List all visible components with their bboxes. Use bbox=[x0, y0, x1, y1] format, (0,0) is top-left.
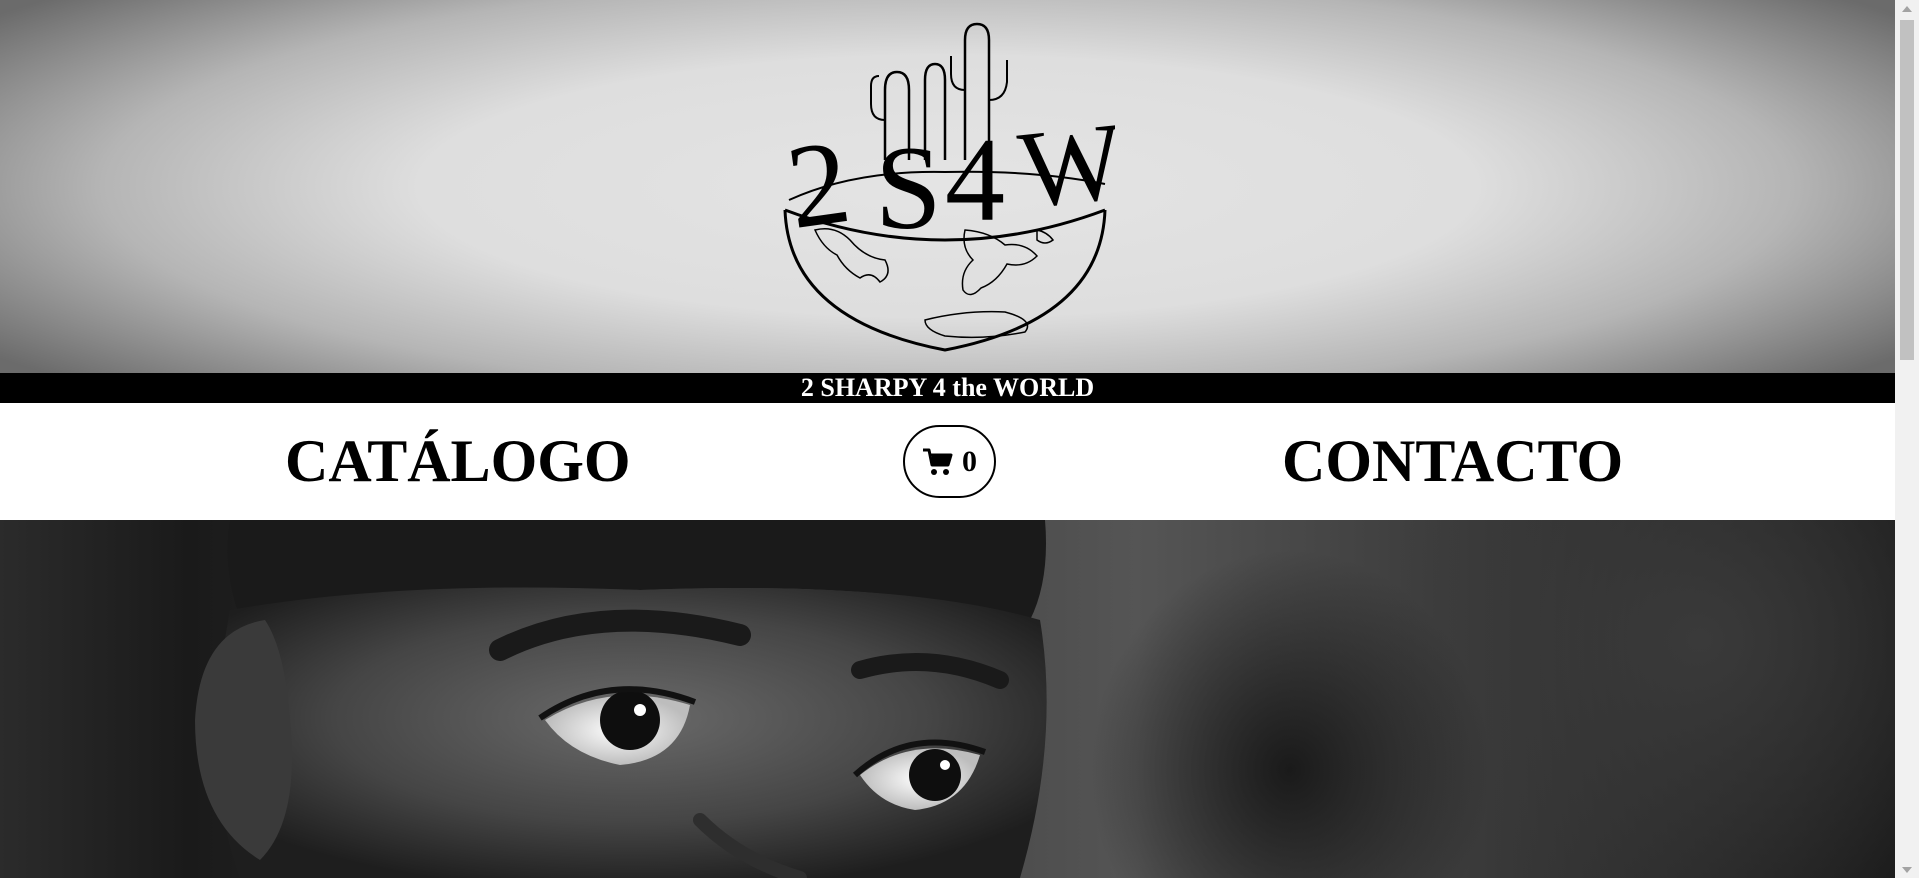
scroll-down-arrow-icon[interactable] bbox=[1895, 861, 1919, 878]
hero-portrait bbox=[195, 520, 1047, 878]
tagline-bar: 2 SHARPY 4 the WORLD bbox=[0, 373, 1895, 403]
scroll-up-arrow-icon[interactable] bbox=[1895, 0, 1919, 17]
cart-button[interactable]: 0 bbox=[903, 425, 996, 498]
header-banner: 2 S 4 W bbox=[0, 0, 1895, 373]
svg-text:S: S bbox=[875, 121, 942, 254]
page: 2 S 4 W 2 SHARPY 4 the WORLD CATÁLOGO 0 … bbox=[0, 0, 1895, 878]
svg-text:2: 2 bbox=[779, 114, 857, 254]
logo[interactable]: 2 S 4 W bbox=[775, 20, 1115, 352]
nav-link-contacto[interactable]: CONTACTO bbox=[1282, 403, 1623, 520]
scroll-thumb[interactable] bbox=[1900, 20, 1914, 360]
svg-text:W: W bbox=[1014, 99, 1115, 231]
scrollbar[interactable] bbox=[1895, 0, 1919, 878]
cart-count: 0 bbox=[962, 444, 977, 478]
tagline-text: 2 SHARPY 4 the WORLD bbox=[800, 373, 1095, 402]
main-nav: CATÁLOGO 0 CONTACTO bbox=[0, 403, 1895, 520]
nav-link-catalogo[interactable]: CATÁLOGO bbox=[285, 403, 631, 520]
cart-icon bbox=[923, 448, 953, 475]
hero-image bbox=[0, 520, 1895, 878]
svg-text:4: 4 bbox=[945, 113, 1005, 246]
